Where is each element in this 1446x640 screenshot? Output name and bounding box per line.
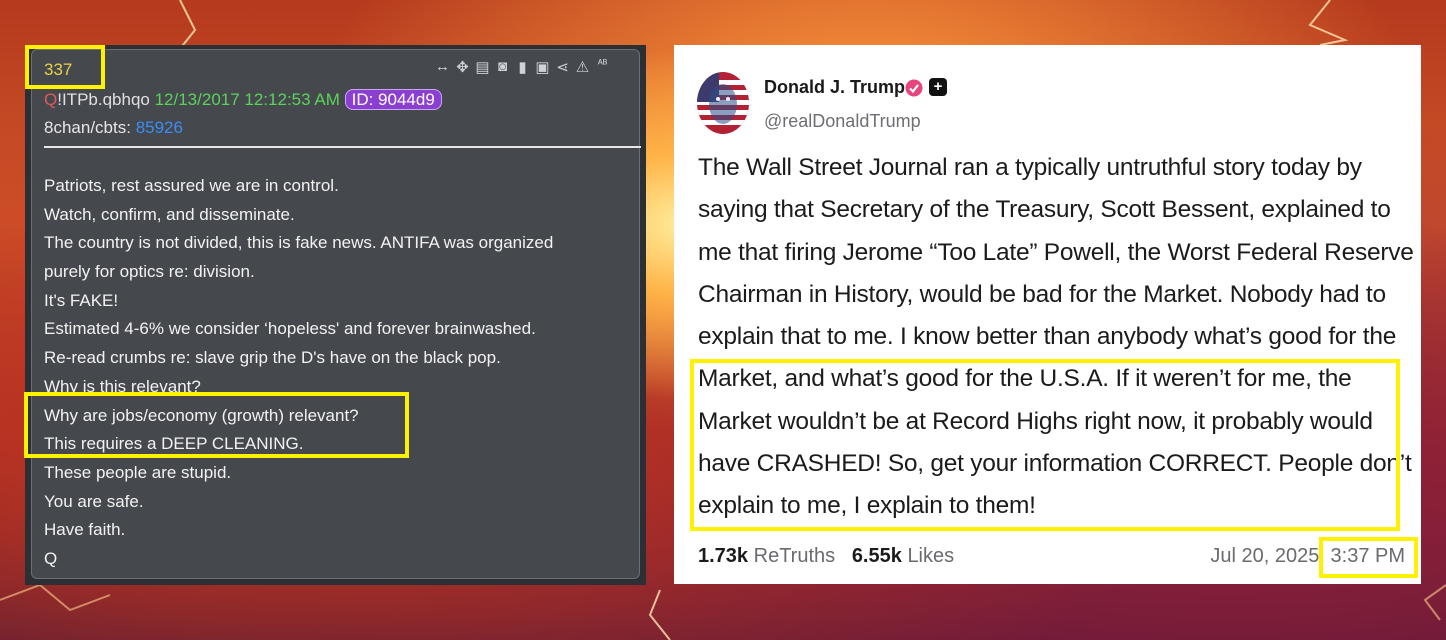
glasses-icon[interactable]: ◙ xyxy=(495,58,510,76)
q-post-card: 337 ↔ ✥ ▤ ◙ ▮ ▣ ⋖ ⚠ ᴬᴮ Q!ITPb.qbhqo 12/1… xyxy=(31,49,641,579)
move-icon[interactable]: ✥ xyxy=(455,58,470,76)
highlight-time xyxy=(1319,537,1418,578)
post-line: Estimated 4-6% we consider ‘hopeless' an… xyxy=(44,319,536,339)
display-name[interactable]: Donald J. Trump xyxy=(764,77,905,98)
post-line: It's FAKE! xyxy=(44,290,119,310)
truth-line: explain that to me. I know better than a… xyxy=(698,323,1397,351)
handle[interactable]: @realDonaldTrump xyxy=(764,111,921,132)
truth-line: saying that Secretary of the Treasury, S… xyxy=(698,196,1391,224)
highlight-market-paragraph xyxy=(690,359,1400,531)
clipboard-check-icon[interactable]: ▣ xyxy=(535,58,550,76)
truth-line: Chairman in History, would be bad for th… xyxy=(698,280,1386,308)
id-badge[interactable]: ID: 9044d9 xyxy=(344,89,442,110)
post-line: purely for optics re: division. xyxy=(44,262,255,282)
highlight-deep-cleaning xyxy=(24,392,409,458)
trip-q: Q xyxy=(44,90,58,109)
retruths-count[interactable]: 1.73k xyxy=(698,545,748,567)
plus-badge-icon: + xyxy=(929,78,947,96)
warning-icon[interactable]: ⚠ xyxy=(575,58,590,76)
likes-count[interactable]: 6.55k xyxy=(852,545,902,567)
board-label: 8chan/cbts: xyxy=(44,118,131,137)
post-line: Q xyxy=(44,548,58,568)
clipboard-icon[interactable]: ▮ xyxy=(515,58,530,76)
post-line: Have faith. xyxy=(44,520,126,540)
truth-post-card: Donald J. Trump + @realDonaldTrump The W… xyxy=(674,45,1421,584)
engagement-stats: 1.73k ReTruths 6.55k Likes xyxy=(698,545,954,568)
resize-icon[interactable]: ↔ xyxy=(435,58,450,76)
board-line: 8chan/cbts: 85926 xyxy=(44,118,183,138)
truth-line: me that firing Jerome “Too Late” Powell,… xyxy=(698,238,1414,266)
post-line: The country is not divided, this is fake… xyxy=(44,233,554,253)
share-icon[interactable]: ⋖ xyxy=(555,58,570,76)
highlight-post-number xyxy=(25,45,105,89)
post-meta: Q!ITPb.qbhqo 12/13/2017 12:12:53 AM ID: … xyxy=(44,89,442,110)
divider xyxy=(44,146,641,148)
retruths-label[interactable]: ReTruths xyxy=(754,545,836,567)
post-line: You are safe. xyxy=(44,491,144,511)
post-date: 12/13/2017 12:12:53 AM xyxy=(154,90,340,109)
tripcode: !ITPb.qbhqo xyxy=(57,90,150,109)
post-date: Jul 20, 2025, xyxy=(1210,545,1325,567)
file-icon[interactable]: ▤ xyxy=(475,58,490,76)
spellcheck-icon[interactable]: ᴬᴮ xyxy=(595,58,610,76)
verified-badge-icon xyxy=(905,79,923,97)
likes-label[interactable]: Likes xyxy=(907,545,954,567)
post-line: These people are stupid. xyxy=(44,462,232,482)
post-line: Re-read crumbs re: slave grip the D's ha… xyxy=(44,348,501,368)
post-toolbar: ↔ ✥ ▤ ◙ ▮ ▣ ⋖ ⚠ ᴬᴮ xyxy=(435,58,610,76)
q-post-panel: 337 ↔ ✥ ▤ ◙ ▮ ▣ ⋖ ⚠ ᴬᴮ Q!ITPb.qbhqo 12/1… xyxy=(24,45,646,585)
avatar[interactable] xyxy=(697,72,749,134)
post-body: Patriots, rest assured we are in control… xyxy=(44,172,639,574)
post-line: Patriots, rest assured we are in control… xyxy=(44,176,339,195)
truth-line: The Wall Street Journal ran a typically … xyxy=(698,154,1362,181)
post-line: Watch, confirm, and disseminate. xyxy=(44,204,295,224)
thread-link[interactable]: 85926 xyxy=(136,118,183,137)
